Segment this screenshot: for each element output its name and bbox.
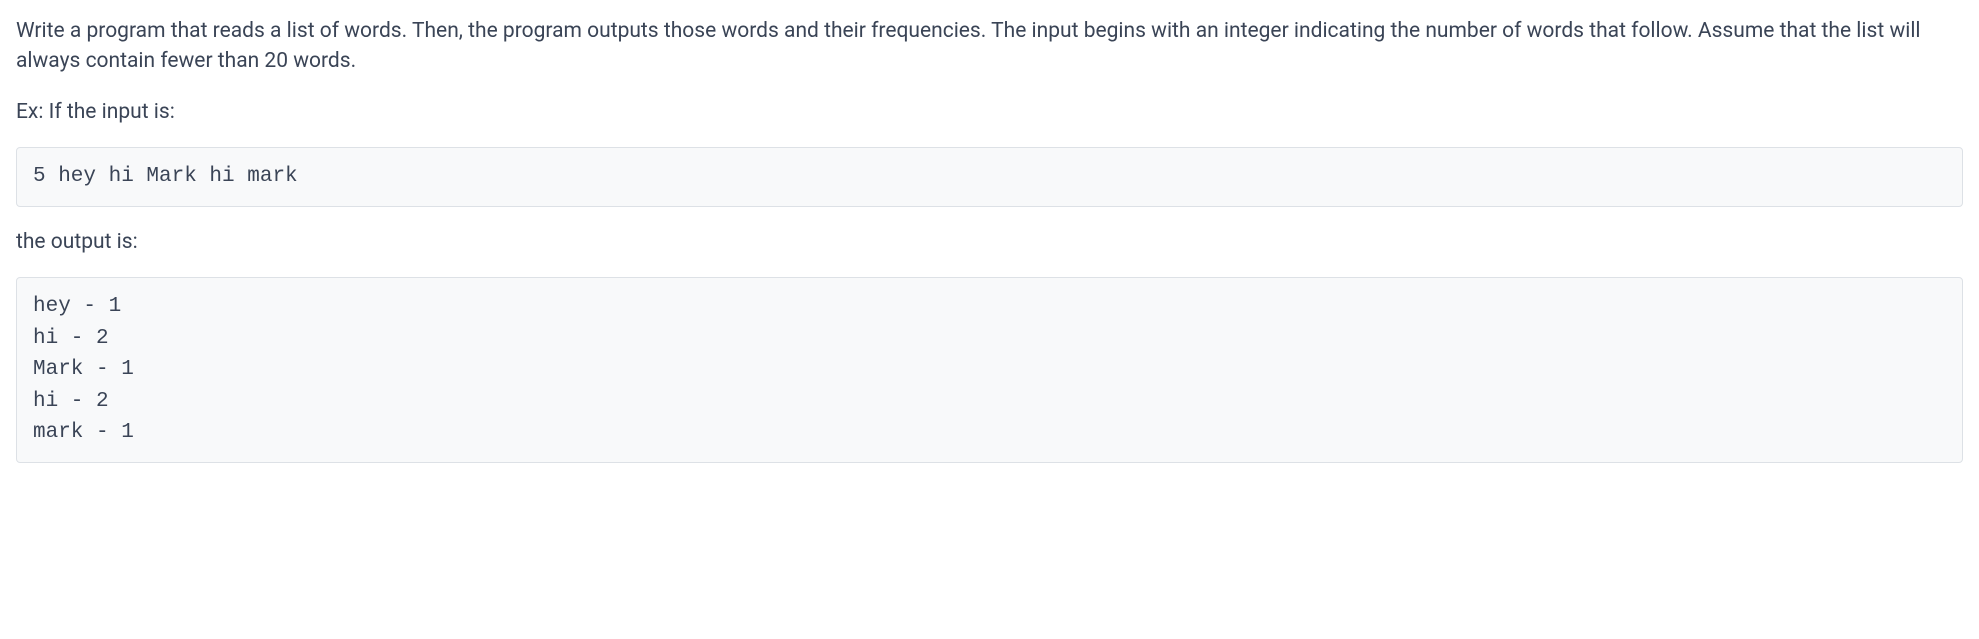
output-code-block: hey - 1 hi - 2 Mark - 1 hi - 2 mark - 1	[16, 277, 1963, 463]
example-input-label: Ex: If the input is:	[16, 97, 1963, 127]
intro-paragraph: Write a program that reads a list of wor…	[16, 16, 1963, 77]
output-label: the output is:	[16, 227, 1963, 257]
input-code-block: 5 hey hi Mark hi mark	[16, 147, 1963, 207]
